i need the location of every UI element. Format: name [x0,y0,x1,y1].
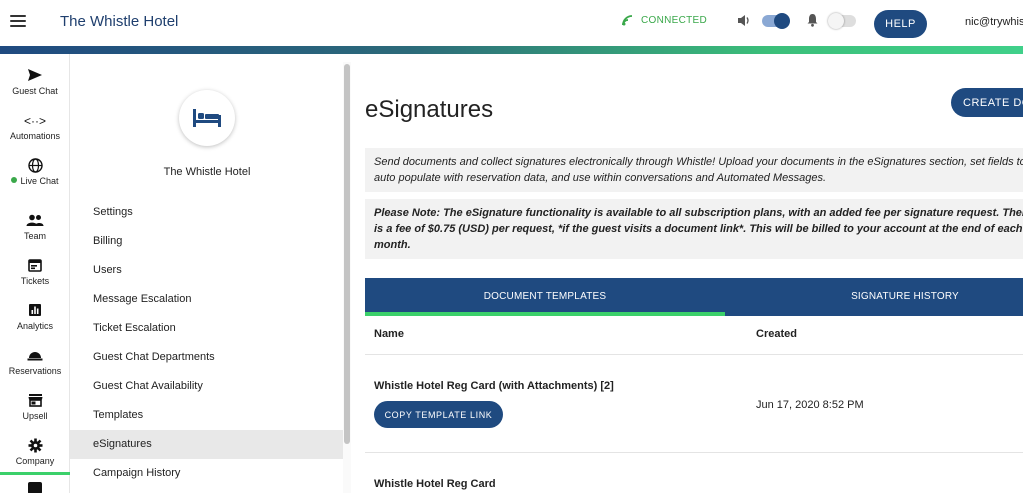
notification-toggle-knob [828,13,844,29]
hotel-avatar [179,90,235,146]
rail-item-label: Analytics [16,321,53,331]
volume-icon [737,14,751,30]
bar-chart-icon [0,303,70,319]
rail-item-guest-chat[interactable]: Guest Chat [0,68,70,108]
fee-note: Please Note: The eSignature functionalit… [365,199,1023,259]
send-icon [0,68,70,84]
rail-active-indicator [0,472,70,475]
create-document-button[interactable]: CREATE DOCUMENT [951,88,1023,117]
nav-item-guest-chat-availability[interactable]: Guest Chat Availability [70,372,344,401]
column-header-name[interactable]: Name [374,328,404,340]
globe-icon [0,158,70,174]
tab-document-templates[interactable]: DOCUMENT TEMPLATES [365,278,725,316]
rail-item-label: Guest Chat [12,86,58,96]
bell-icon [806,13,819,30]
storefront-icon [0,393,70,409]
active-tab-indicator [365,312,725,316]
wifi-signal-icon [622,15,633,26]
help-button[interactable]: HELP [874,10,927,38]
nav-item-esignatures[interactable]: eSignatures [70,430,344,459]
nav-item-templates[interactable]: Templates [70,401,344,430]
rail-item-team[interactable]: Team [0,213,70,253]
main-content: eSignatures CREATE DOCUMENT Send documen… [356,62,1023,493]
table-row-created: Jun 17, 2020 8:52 PM [756,399,864,411]
sound-toggle[interactable] [762,13,790,29]
header-gradient-bar [0,46,1023,54]
hamburger-menu-icon[interactable] [10,15,26,29]
calendar-icon [0,258,70,274]
copy-template-link-button[interactable]: COPY TEMPLATE LINK [374,401,503,428]
nav-item-billing[interactable]: Billing [70,227,344,256]
column-header-created[interactable]: Created [756,328,797,340]
connection-status: CONNECTED [622,15,707,26]
table-row-name: Whistle Hotel Reg Card [374,478,496,490]
header-divider [365,354,1023,355]
online-status-dot [11,177,18,183]
nav-item-settings[interactable]: Settings [70,198,344,227]
rail-item-reservations[interactable]: Reservations [0,348,70,388]
notification-toggle[interactable] [828,13,856,29]
camera-icon[interactable] [28,482,42,493]
rail-item-label-text: Live Chat [20,176,59,186]
gear-icon [0,438,70,454]
nav-item-campaign-history[interactable]: Campaign History [70,459,344,488]
nav-item-guest-chat-departments[interactable]: Guest Chat Departments [70,343,344,372]
user-email[interactable]: nic@trywhistle.com [965,16,1023,28]
rail-item-label: Company [15,456,55,466]
rail-item-label: Tickets [20,276,50,286]
rail-item-automations[interactable]: <··> Automations [0,113,70,153]
nav-item-ticket-escalation[interactable]: Ticket Escalation [70,314,344,343]
rail-item-label: Team [23,231,46,241]
app-window: The Whistle Hotel CONNECTED HELP nic@try… [0,0,1023,493]
tabs-bar: DOCUMENT TEMPLATES SIGNATURE HISTORY [365,278,1023,316]
bell-service-icon [0,348,70,364]
settings-scrollbar-thumb[interactable] [344,64,350,444]
app-title: The Whistle Hotel [60,13,179,30]
rail-item-label: Automations [9,131,61,141]
rail-item-label: Upsell [22,411,48,421]
rail-item-label: Reservations [8,366,62,376]
rail-item-tickets[interactable]: Tickets [0,258,70,298]
info-description: Send documents and collect signatures el… [365,148,1023,192]
top-header: The Whistle Hotel CONNECTED HELP nic@try… [0,0,1023,46]
connection-status-label: CONNECTED [641,15,708,26]
rail-item-upsell[interactable]: Upsell [0,393,70,433]
nav-item-message-escalation[interactable]: Message Escalation [70,285,344,314]
bed-icon [193,109,221,127]
nav-item-users[interactable]: Users [70,256,344,285]
row-divider [365,452,1023,453]
rail-item-label: Live Chat [0,176,70,186]
rail-item-live-chat[interactable]: Live Chat [0,158,70,198]
settings-panel: The Whistle Hotel Settings Billing Users… [70,62,352,493]
tab-signature-history[interactable]: SIGNATURE HISTORY [725,278,1023,316]
page-title: eSignatures [365,96,494,123]
left-rail: Guest Chat <··> Automations Live Chat Te… [0,54,70,493]
table-row-name: Whistle Hotel Reg Card (with Attachments… [374,380,614,392]
hotel-name: The Whistle Hotel [163,166,251,178]
sound-toggle-knob [774,13,790,29]
people-icon [0,213,70,229]
code-arrows-icon: <··> [23,114,46,128]
rail-item-analytics[interactable]: Analytics [0,303,70,343]
